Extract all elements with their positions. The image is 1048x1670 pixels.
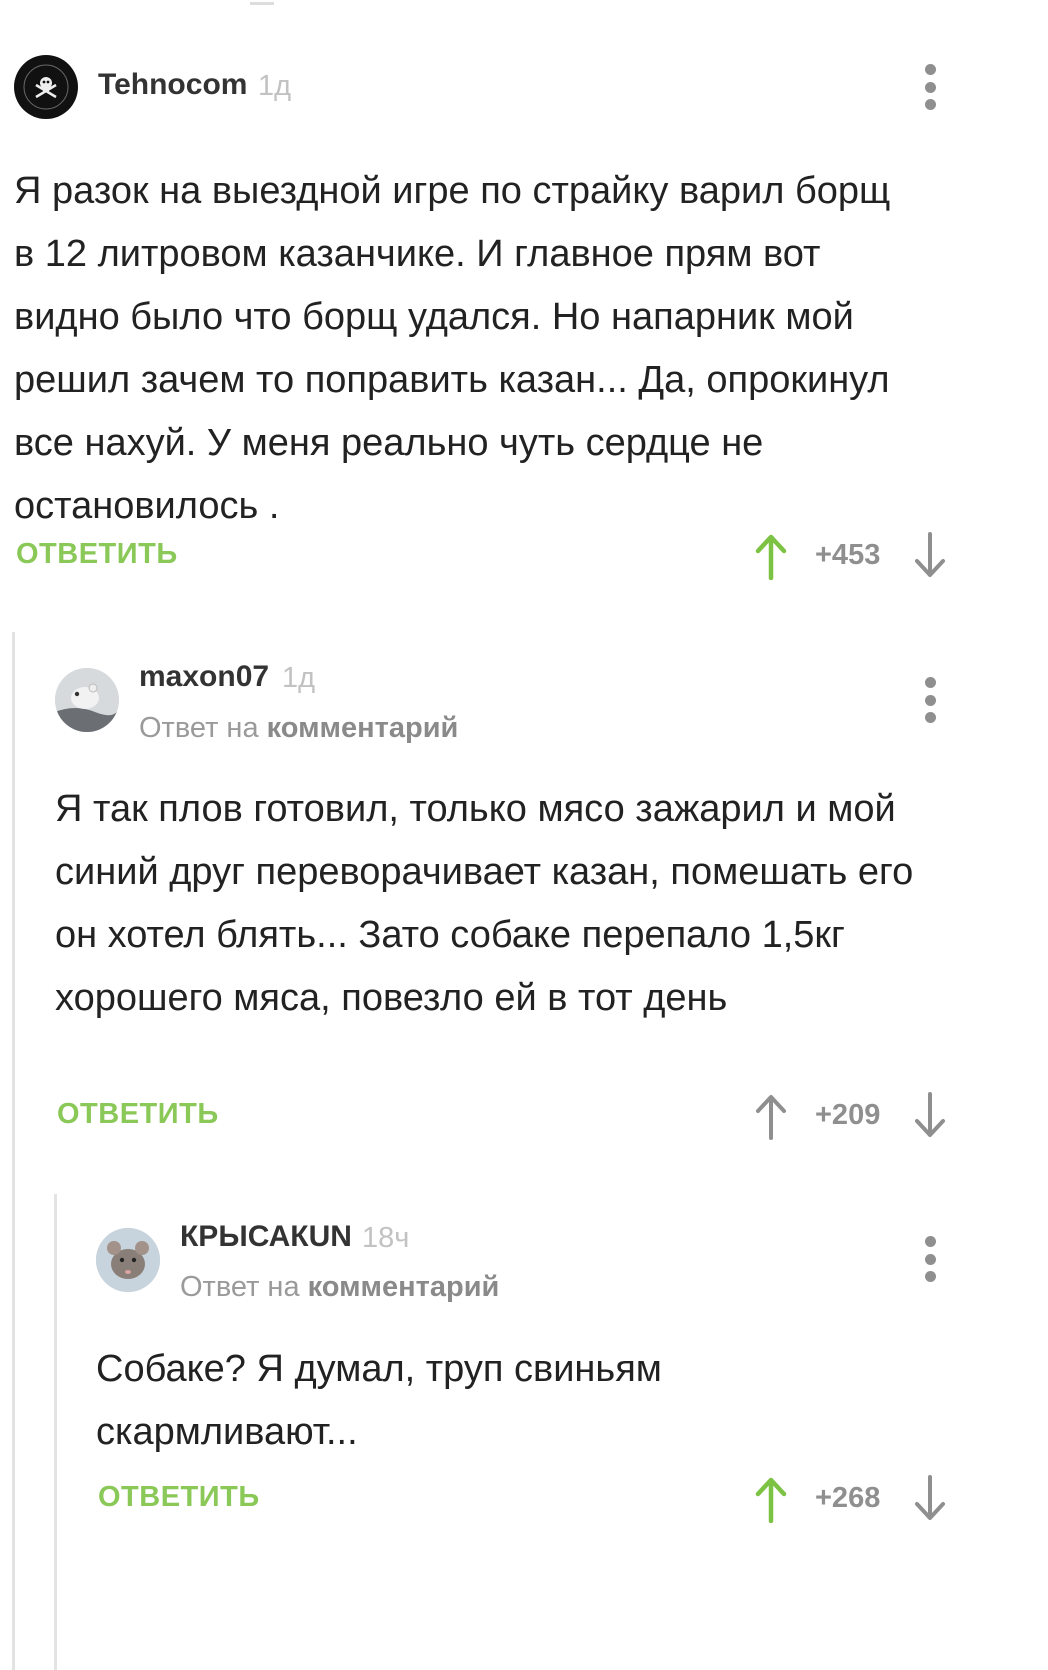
thread-line-level-1 xyxy=(12,632,15,1670)
timestamp: 18ч xyxy=(362,1222,410,1254)
rat-photo-avatar-icon xyxy=(55,668,119,732)
cut-off-top-text xyxy=(250,0,274,5)
rat-photo-avatar-icon xyxy=(96,1228,160,1292)
reply-to-prefix: Ответ на xyxy=(180,1271,300,1303)
username[interactable]: Tehnocom xyxy=(98,68,247,102)
username[interactable]: maxon07 xyxy=(139,660,269,694)
reply-to-prefix: Ответ на xyxy=(139,712,259,744)
avatar[interactable] xyxy=(14,55,78,119)
timestamp: 1д xyxy=(282,662,316,694)
upvote-arrow-icon[interactable] xyxy=(753,1475,789,1523)
reply-button[interactable]: ОТВЕТИТЬ xyxy=(57,1098,219,1131)
timestamp: 1д xyxy=(258,70,292,102)
comment-text: Собаке? Я думал, труп свиньям скармливаю… xyxy=(96,1348,662,1453)
comment-text: Я разок на выездной игре по страйку вари… xyxy=(14,170,891,527)
rating: +268 xyxy=(815,1482,881,1514)
skull-logo-icon xyxy=(15,56,77,118)
reply-to-link[interactable]: комментарий xyxy=(267,712,459,744)
menu-dots-icon[interactable] xyxy=(920,64,940,110)
avatar[interactable] xyxy=(55,668,119,732)
reply-to-link[interactable]: комментарий xyxy=(308,1271,500,1303)
reply-button[interactable]: ОТВЕТИТЬ xyxy=(16,538,178,571)
avatar[interactable] xyxy=(96,1228,160,1292)
downvote-arrow-icon[interactable] xyxy=(912,532,948,580)
rating: +453 xyxy=(815,539,881,571)
reply-to-label: Ответ на комментарий xyxy=(139,712,458,745)
reply-to-label: Ответ на комментарий xyxy=(180,1271,499,1304)
upvote-arrow-icon[interactable] xyxy=(753,532,789,580)
downvote-arrow-icon[interactable] xyxy=(912,1092,948,1140)
rating: +209 xyxy=(815,1099,881,1131)
comment-text: Я так плов готовил, только мясо зажарил … xyxy=(55,788,914,1019)
menu-dots-icon[interactable] xyxy=(920,677,940,723)
upvote-arrow-icon[interactable] xyxy=(753,1092,789,1140)
menu-dots-icon[interactable] xyxy=(920,1236,940,1282)
downvote-arrow-icon[interactable] xyxy=(912,1475,948,1523)
reply-button[interactable]: ОТВЕТИТЬ xyxy=(98,1481,260,1514)
thread-line-level-2 xyxy=(54,1194,57,1670)
username[interactable]: КРЫСАКUN xyxy=(180,1220,352,1254)
